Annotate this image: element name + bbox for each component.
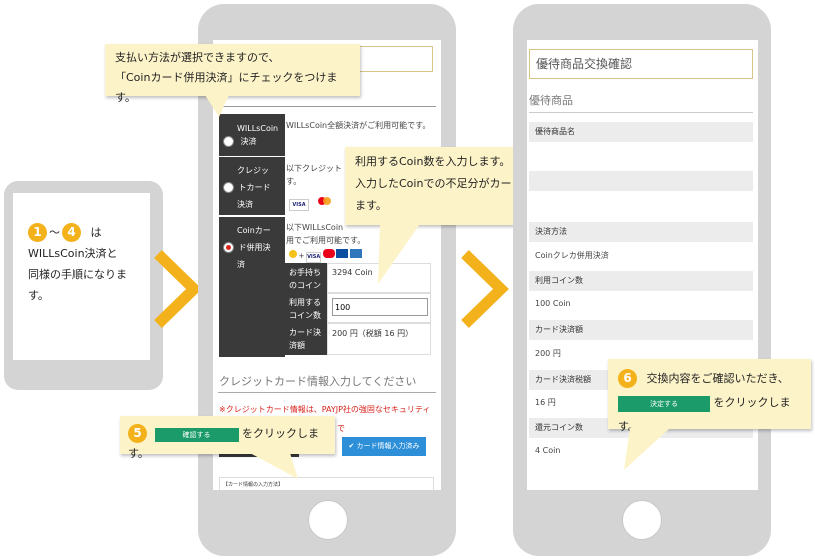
option-2-label2: トカード — [238, 183, 271, 192]
field-value: 100 Coin — [535, 299, 571, 308]
callout-top-tail — [205, 95, 235, 123]
red-notice: ※クレジットカード情報は、PAYJP社の強固なセキュリティ — [219, 405, 431, 414]
step6-text: 交換内容をご確認いただき、 — [646, 372, 789, 385]
card-amount-label1: カード決 — [289, 328, 321, 337]
callout-top-line1: 支払い方法が選択できますので、 — [115, 51, 280, 64]
card-amount-label2: 済額 — [289, 341, 305, 350]
coin-use-cell — [327, 293, 431, 323]
page-title-text: 優待商品交換確認 — [536, 57, 633, 71]
option-2-desc: 以下クレジット す。 — [286, 162, 342, 188]
step-1-badge: 1 — [28, 223, 47, 242]
option-3-label3: 済 — [237, 260, 245, 269]
field-label: 決済方法 — [529, 222, 753, 242]
red-notice-2: で — [337, 424, 345, 433]
field-label — [529, 171, 753, 191]
option-2-desc2: す。 — [286, 177, 302, 186]
left-text-line2: WILLsCoin決済と — [28, 247, 118, 260]
field-value: 4 Coin — [535, 446, 561, 455]
card-amount-value: 200 円（税額 16 円） — [327, 323, 431, 355]
left-step-text: 1 ～ 4 は WILLsCoin決済と 同様の手順になりま す。 — [28, 222, 143, 306]
field-value: Coinクレカ併用決済 — [535, 251, 609, 260]
coin-held-label: お手持ち のコイン — [285, 263, 327, 293]
callout-top: 支払い方法が選択できますので、 「Coinカード併用決済」にチェックをつけます。 — [105, 44, 360, 104]
left-text-line3: 同様の手順になりま — [28, 268, 127, 281]
section-title: 優待商品 — [529, 94, 573, 107]
divider — [218, 392, 436, 393]
coin-use-input[interactable] — [332, 298, 428, 316]
right-home-button[interactable] — [622, 500, 662, 540]
card-brand-icon: VISA — [289, 191, 332, 211]
step-6-badge: 6 — [618, 369, 637, 388]
coin-use-label1: 利用する — [289, 298, 321, 307]
option-3-label: Coinカー — [237, 226, 271, 235]
chevron-right-icon — [152, 248, 204, 330]
callout-step6-tail — [622, 428, 676, 478]
radio-icon[interactable] — [223, 136, 234, 147]
option-1-label2: 決済 — [240, 137, 257, 146]
callout-step6: 6 交換内容をご確認いただき、 決定する をクリックします。 — [608, 359, 811, 433]
card-done-button[interactable]: ✔ カード情報入力済み — [342, 437, 426, 456]
card-amount-label: カード決 済額 — [285, 323, 327, 355]
left-text-line4: す。 — [28, 289, 49, 302]
field-label: カード決済額 — [529, 320, 753, 340]
coin-held-label1: お手持ち — [289, 268, 321, 277]
radio-icon[interactable] — [223, 182, 234, 193]
decide-button[interactable]: 決定する — [618, 396, 710, 412]
divider — [529, 112, 753, 113]
field-value: 200 円 — [535, 349, 561, 358]
middle-home-button[interactable] — [308, 500, 348, 540]
option-2-label: クレジッ — [237, 166, 269, 175]
visa-icon: VISA — [289, 199, 309, 211]
coin-held-label2: のコイン — [289, 281, 321, 290]
confirm-button[interactable]: 確認する — [154, 428, 239, 442]
field-value: 16 円 — [535, 398, 556, 407]
option-1-label: WILLsCoin — [237, 124, 279, 133]
callout-step5-tail — [250, 453, 302, 485]
top-field — [353, 46, 433, 72]
callout-mid-tail — [368, 224, 428, 292]
divider — [218, 106, 436, 107]
option-2-desc1: 以下クレジット — [286, 164, 342, 173]
credit-heading: クレジットカード情報入力してください — [219, 375, 417, 388]
option-credit[interactable]: クレジッ トカード 決済 — [219, 157, 285, 215]
step-4-badge: 4 — [62, 223, 81, 242]
left-text-line1: は — [90, 226, 102, 239]
step-separator: ～ — [49, 226, 60, 239]
chevron-right-icon — [459, 248, 511, 330]
step-5-badge: 5 — [128, 424, 147, 443]
mastercard-icon — [318, 196, 332, 206]
coin-use-label2: コイン数 — [289, 311, 321, 320]
callout-mid-line3: ます。 — [355, 199, 387, 212]
option-3-desc1: 以下WILLsCoin — [286, 223, 344, 232]
page-title: 優待商品交換確認 — [529, 49, 753, 79]
callout-step5: 5 確認する をクリックします。 — [120, 416, 335, 460]
option-2-label3: 決済 — [237, 200, 253, 209]
radio-icon[interactable] — [223, 242, 234, 253]
option-coin-card[interactable]: Coinカー ド併用決 済 — [219, 217, 285, 357]
field-label: 優待商品名 — [529, 122, 753, 142]
option-1-desc: WILLsCoin全額決済がご利用可能です。 — [286, 121, 431, 130]
field-label: 利用コイン数 — [529, 271, 753, 291]
card-brand-icon: + VISA — [289, 249, 362, 263]
coin-use-label: 利用する コイン数 — [285, 293, 327, 323]
callout-mid-line1: 利用するCoin数を入力します。 — [355, 155, 511, 168]
option-3-label2: ド併用決 — [238, 243, 271, 252]
option-3-desc2: 用でご利用可能です。 — [286, 236, 366, 245]
